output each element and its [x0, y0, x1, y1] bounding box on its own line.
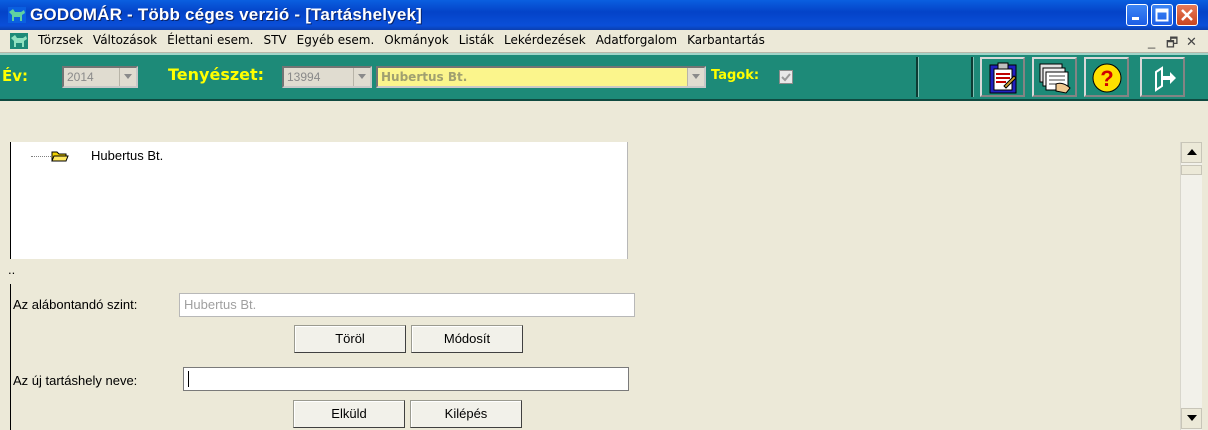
menu-egyeb-esem[interactable]: Egyéb esem.: [297, 33, 375, 47]
new-name-label: Az új tartáshely neve:: [13, 373, 138, 388]
farm-id-select[interactable]: 13994: [282, 66, 372, 88]
folder-open-icon: [51, 151, 69, 162]
exit-icon: [1155, 66, 1176, 92]
mdi-close-button[interactable]: ✕: [1186, 34, 1197, 50]
new-name-input[interactable]: [183, 367, 629, 391]
close-icon: [1181, 9, 1193, 21]
arrow-down-icon: [1187, 415, 1197, 421]
menu-listak[interactable]: Listák: [459, 33, 494, 47]
menu-karbantartas[interactable]: Karbantartás: [687, 33, 765, 47]
menu-lekerdezesek[interactable]: Lekérdezések: [504, 33, 586, 47]
modify-button[interactable]: Módosít: [411, 325, 523, 353]
status-dots: ..: [8, 262, 16, 277]
farm-label: Tenyészet:: [168, 65, 265, 84]
text-caret: [188, 371, 189, 387]
menu-bar: Törzsek Változások Élettani esem. STV Eg…: [0, 30, 1208, 53]
toolbar-separator: [971, 57, 974, 97]
window-title: GODOMÁR - Több céges verzió - [Tartáshel…: [30, 5, 423, 24]
year-label: Év:: [2, 67, 29, 85]
menu-elettani-esem[interactable]: Élettani esem.: [167, 33, 253, 47]
farm-name-select[interactable]: Hubertus Bt.: [376, 66, 706, 88]
title-bar: GODOMÁR - Több céges verzió - [Tartáshel…: [0, 0, 1208, 30]
maximize-button[interactable]: [1151, 4, 1173, 26]
clipboard-icon: [989, 62, 1017, 94]
members-checkbox[interactable]: [779, 70, 793, 84]
scroll-down-button[interactable]: [1181, 408, 1202, 429]
year-dropdown-icon[interactable]: [119, 68, 136, 86]
year-select[interactable]: 2014: [62, 66, 138, 88]
documents-hand-icon: [1039, 63, 1071, 94]
help-button[interactable]: ?: [1084, 57, 1129, 97]
menu-valtozasok[interactable]: Változások: [93, 33, 157, 47]
help-icon: ?: [1092, 63, 1122, 93]
level-field: Hubertus Bt.: [179, 293, 635, 317]
maximize-icon: [1155, 8, 1169, 22]
exit-form-button[interactable]: Kilépés: [410, 400, 522, 428]
arrow-up-icon: [1187, 149, 1197, 155]
location-tree[interactable]: Hubertus Bt.: [10, 142, 628, 259]
menu-stv[interactable]: STV: [263, 33, 286, 47]
minimize-icon: [1132, 17, 1139, 20]
checkmark-icon: [781, 73, 791, 82]
toolbar: Év: 2014 Tenyészet: 13994 Hubertus Bt. T…: [0, 53, 1208, 101]
close-button[interactable]: [1176, 4, 1198, 26]
clipboard-button[interactable]: [980, 57, 1025, 97]
scroll-up-button[interactable]: [1181, 142, 1202, 163]
farm-id-dropdown-icon[interactable]: [353, 68, 370, 86]
members-label: Tagok:: [711, 68, 760, 83]
menu-adatforgalom[interactable]: Adatforgalom: [596, 33, 677, 47]
documents-button[interactable]: [1032, 57, 1077, 97]
scroll-thumb[interactable]: [1181, 165, 1202, 175]
tree-node-root[interactable]: Hubertus Bt.: [91, 148, 163, 163]
mdi-minimize-button[interactable]: _: [1148, 34, 1155, 49]
menu-torzsek[interactable]: Törzsek: [38, 33, 83, 47]
menu-cow-icon[interactable]: [10, 33, 28, 49]
menu-okmanyok[interactable]: Okmányok: [384, 33, 448, 47]
level-label: Az alábontandó szint:: [13, 297, 138, 312]
farm-name-dropdown-icon[interactable]: [687, 68, 704, 86]
send-button[interactable]: Elküld: [293, 400, 405, 428]
minimize-button[interactable]: [1126, 4, 1148, 26]
delete-button[interactable]: Töröl: [294, 325, 406, 353]
exit-button[interactable]: [1140, 57, 1185, 97]
detail-pane: [628, 142, 1180, 259]
app-cow-icon: [8, 7, 26, 23]
location-form: Az alábontandó szint: Hubertus Bt. Töröl…: [10, 284, 1178, 430]
toolbar-separator: [916, 57, 919, 97]
vertical-scrollbar[interactable]: [1180, 142, 1202, 430]
svg-text:?: ?: [1100, 66, 1113, 91]
